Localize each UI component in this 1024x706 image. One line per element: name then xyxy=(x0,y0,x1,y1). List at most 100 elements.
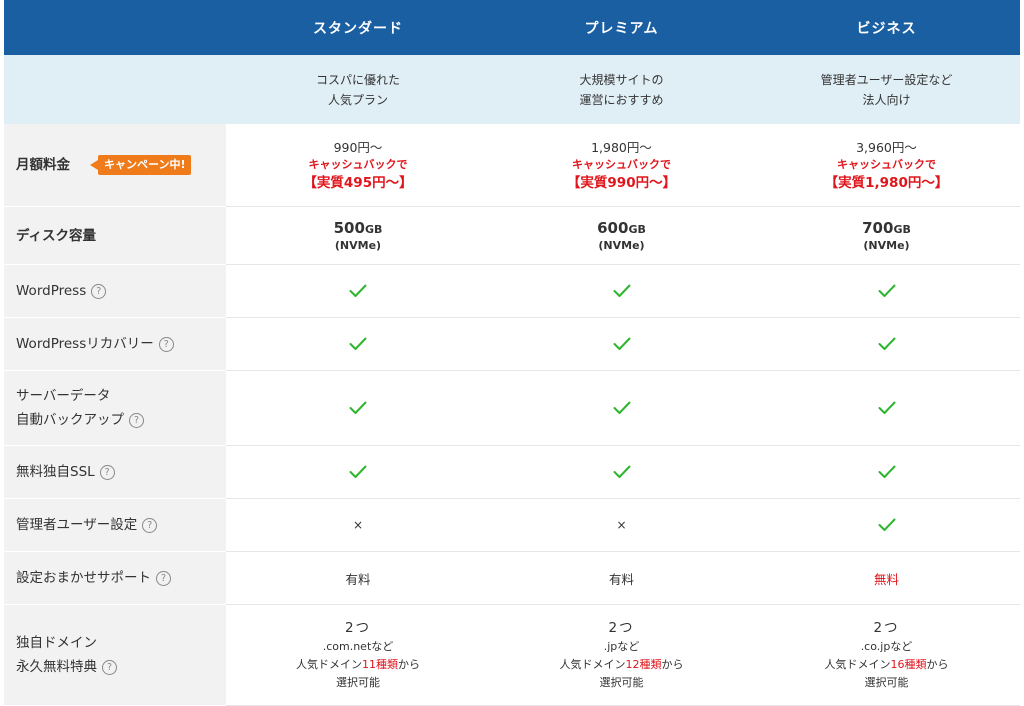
wp-recovery-cell-business xyxy=(753,318,1020,371)
help-icon[interactable]: ? xyxy=(142,517,158,533)
domain-kinds-business: 人気ドメイン16種類から xyxy=(824,658,949,671)
backup-cell-business xyxy=(753,371,1020,446)
header-corner xyxy=(4,0,226,55)
domain-count-business: 2つ xyxy=(873,620,900,636)
plan-name-business: ビジネス xyxy=(753,0,1020,55)
ssl-cell-standard xyxy=(226,446,490,499)
help-icon[interactable]: ? xyxy=(129,412,144,428)
domain-count-standard: 2つ xyxy=(344,620,372,636)
subheader-corner xyxy=(4,55,226,124)
domain-cell-standard: 2つ .com.netなど 人気ドメイン11種類から 選択可能 xyxy=(226,605,490,706)
price-cell-premium: 1,980円〜 キャッシュバックで 【実質990円〜】 xyxy=(490,124,753,207)
plan-name-premium: プレミアム xyxy=(490,0,753,55)
domain-tlds-premium: .jpなど xyxy=(603,640,640,653)
price-cell-standard: 990円〜 キャッシュバックで 【実質495円〜】 xyxy=(226,124,490,207)
backup-cell-premium xyxy=(490,371,753,446)
help-icon[interactable]: ? xyxy=(102,659,117,675)
disk-unit-standard: GB xyxy=(364,222,383,236)
plan-desc-standard: コスパに優れた 人気プラン xyxy=(226,55,490,124)
admin-user-cell-premium: × xyxy=(490,499,753,552)
check-icon xyxy=(613,401,630,414)
backup-cell-standard xyxy=(226,371,490,446)
cross-mark: × xyxy=(616,518,627,532)
check-icon xyxy=(613,465,630,478)
check-icon xyxy=(878,337,895,350)
admin-user-cell-business xyxy=(753,499,1020,552)
check-icon xyxy=(349,337,367,350)
row-label-domain: 独自ドメイン 永久無料特典? xyxy=(4,605,226,706)
domain-select-premium: 選択可能 xyxy=(599,676,644,689)
cashback-note-standard: キャッシュバックで xyxy=(308,157,408,171)
support-cell-business: 無料 xyxy=(753,552,1020,605)
check-icon xyxy=(878,518,895,531)
row-label-monthly-price: 月額料金 キャンペーン中! xyxy=(4,124,226,207)
check-icon xyxy=(349,401,367,414)
help-icon[interactable]: ? xyxy=(99,464,115,480)
cashback-note-premium: キャッシュバックで xyxy=(572,157,671,171)
row-label-disk: ディスク容量 xyxy=(4,207,226,265)
wp-recovery-cell-standard xyxy=(226,318,490,371)
support-value-premium: 有料 xyxy=(608,571,634,587)
ssl-cell-premium xyxy=(490,446,753,499)
ssl-cell-business xyxy=(753,446,1020,499)
domain-tlds-business: .co.jpなど xyxy=(860,640,913,653)
plan-comparison-table: スタンダード プレミアム ビジネス コスパに優れた 人気プラン 大規模サイトの 運営… xyxy=(4,0,1020,706)
check-icon xyxy=(349,284,367,297)
backup-label-line2: 自動バックアップ xyxy=(16,412,124,428)
disk-cell-business: 700GB (NVMe) xyxy=(753,207,1020,265)
disk-size-business: 700 xyxy=(862,218,894,237)
admin-user-cell-standard: × xyxy=(226,499,490,552)
domain-tlds-standard: .com.netなど xyxy=(322,640,394,653)
disk-size-standard: 500 xyxy=(333,218,365,237)
row-label-wordpress: WordPress? xyxy=(4,265,226,318)
row-label-wp-recovery: WordPressリカバリー? xyxy=(4,318,226,371)
plan-desc-premium: 大規模サイトの 運営におすすめ xyxy=(490,55,753,124)
disk-cell-premium: 600GB (NVMe) xyxy=(490,207,753,265)
real-price-business: 【実質1,980円〜】 xyxy=(824,174,949,191)
wp-recovery-cell-premium xyxy=(490,318,753,371)
check-icon xyxy=(613,284,630,297)
check-icon xyxy=(613,337,630,350)
disk-unit-premium: GB xyxy=(628,222,646,236)
plan-desc-business: 管理者ユーザー設定など 法人向け xyxy=(753,55,1020,124)
check-icon xyxy=(878,465,895,478)
domain-kinds-premium: 人気ドメイン12種類から xyxy=(559,658,684,671)
price-cell-business: 3,960円〜 キャッシュバックで 【実質1,980円〜】 xyxy=(753,124,1020,207)
help-icon[interactable]: ? xyxy=(91,283,107,299)
domain-label-line1: 独自ドメイン xyxy=(16,635,97,651)
help-icon[interactable]: ? xyxy=(156,570,171,586)
domain-select-business: 選択可能 xyxy=(864,676,909,689)
campaign-badge: キャンペーン中! xyxy=(89,155,192,175)
wordpress-cell-standard xyxy=(226,265,490,318)
domain-count-premium: 2つ xyxy=(608,620,635,636)
support-value-business: 無料 xyxy=(873,571,899,587)
admin-user-label: 管理者ユーザー設定 xyxy=(16,517,138,533)
price-premium: 1,980円〜 xyxy=(591,139,652,155)
domain-kinds-standard: 人気ドメイン11種類から xyxy=(296,658,420,671)
help-icon[interactable]: ? xyxy=(158,336,174,352)
real-price-premium: 【実質990円〜】 xyxy=(566,174,677,191)
price-business: 3,960円〜 xyxy=(856,139,917,155)
domain-label-line2: 永久無料特典 xyxy=(16,659,97,675)
row-label-ssl: 無料独自SSL? xyxy=(4,446,226,499)
monthly-price-label: 月額料金 xyxy=(16,157,70,173)
real-price-standard: 【実質495円〜】 xyxy=(303,174,413,191)
check-icon xyxy=(878,284,895,297)
support-value-standard: 有料 xyxy=(345,571,371,587)
row-label-support: 設定おまかせサポート? xyxy=(4,552,226,605)
disk-type-premium: (NVMe) xyxy=(598,238,645,252)
disk-size-premium: 600 xyxy=(597,218,629,237)
domain-select-standard: 選択可能 xyxy=(336,676,380,689)
wp-recovery-label: WordPressリカバリー xyxy=(16,336,154,352)
row-label-backup: サーバーデータ 自動バックアップ? xyxy=(4,371,226,446)
cross-mark: × xyxy=(352,518,364,532)
backup-label-line1: サーバーデータ xyxy=(16,388,111,404)
row-label-admin-user: 管理者ユーザー設定? xyxy=(4,499,226,552)
price-standard: 990円〜 xyxy=(333,139,383,155)
domain-cell-premium: 2つ .jpなど 人気ドメイン12種類から 選択可能 xyxy=(490,605,753,706)
ssl-label: 無料独自SSL xyxy=(16,464,95,480)
cashback-note-business: キャッシュバックで xyxy=(837,157,936,171)
disk-cell-standard: 500GB (NVMe) xyxy=(226,207,490,265)
check-icon xyxy=(878,401,895,414)
wordpress-cell-premium xyxy=(490,265,753,318)
